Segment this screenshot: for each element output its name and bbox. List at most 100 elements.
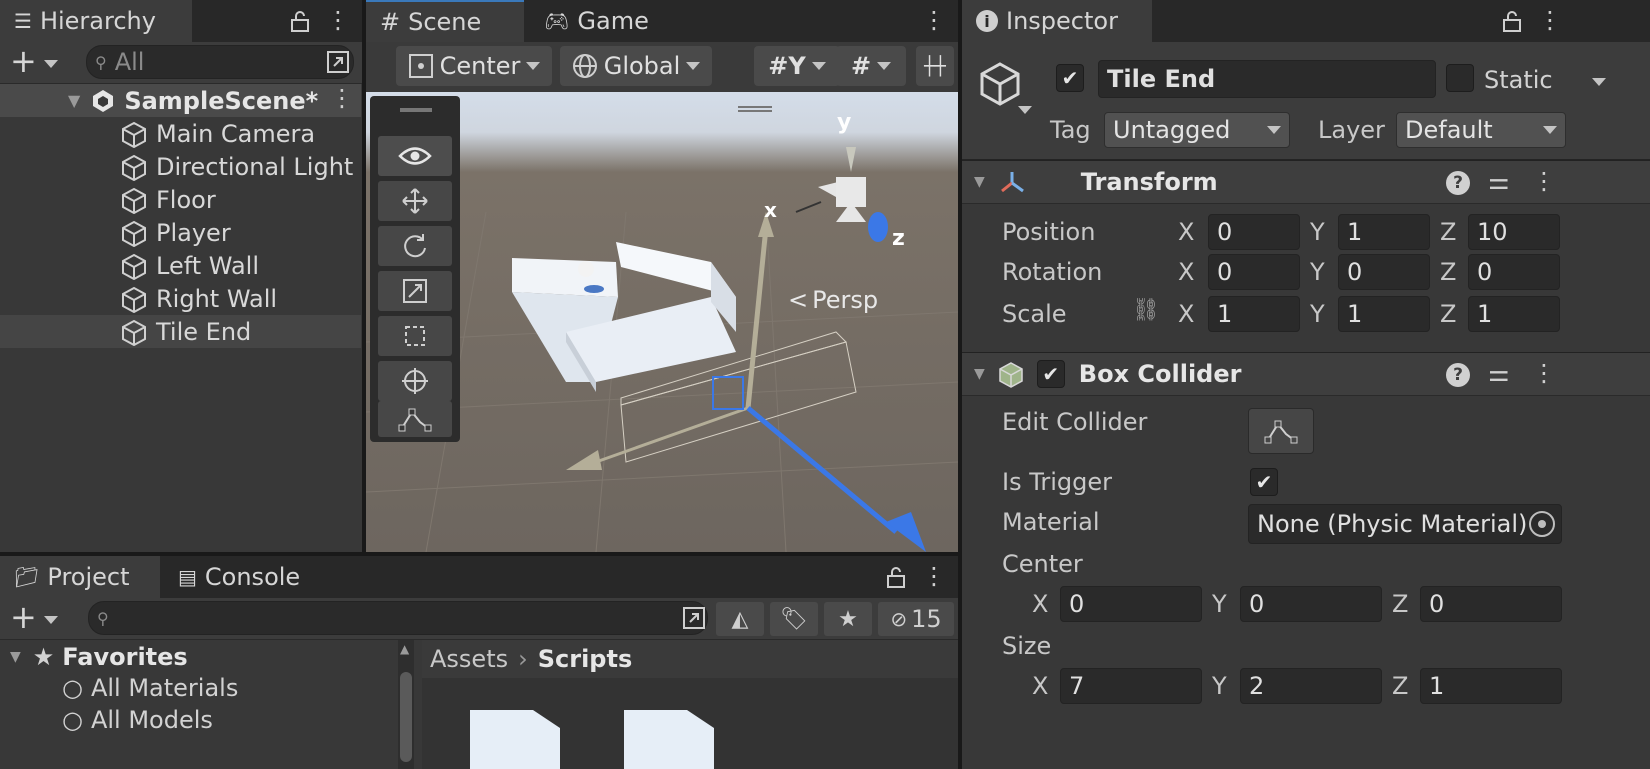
hierarchy-item-floor[interactable]: Floor (0, 183, 361, 216)
expand-arrow-icon[interactable]: ▼ (68, 91, 80, 110)
help-icon[interactable]: ? (1446, 171, 1470, 195)
chevron-down-icon[interactable] (1592, 78, 1606, 86)
scene-menu-icon[interactable]: ⋮ (330, 84, 354, 112)
scale-x-field[interactable]: 1 (1208, 296, 1300, 332)
transform-header[interactable]: ▼ Transform ? ⚌ ⋮ (962, 160, 1650, 204)
scroll-thumb[interactable] (400, 672, 412, 762)
view-tool-button[interactable] (378, 136, 452, 176)
hierarchy-item-left-wall[interactable]: Left Wall (0, 249, 361, 282)
tab-inspector[interactable]: i Inspector (962, 0, 1152, 42)
scale-z-field[interactable]: 1 (1468, 296, 1560, 332)
overlay-drag-handle[interactable] (738, 106, 772, 112)
scale-y-field[interactable]: 1 (1338, 296, 1430, 332)
object-name-field[interactable]: Tile End (1098, 60, 1436, 98)
static-checkbox[interactable] (1446, 64, 1474, 92)
layer-dropdown[interactable]: Default (1396, 112, 1566, 148)
lock-icon[interactable] (1502, 10, 1522, 32)
rotation-x-field[interactable]: 0 (1208, 254, 1300, 290)
favorites-filter-button[interactable]: ★ (824, 602, 872, 636)
material-object-field[interactable]: None (Physic Material) (1248, 504, 1562, 544)
hierarchy-item-player[interactable]: Player (0, 216, 361, 249)
favorite-item-all-materials[interactable]: ○ All Materials (62, 674, 238, 702)
favorite-item-all-models[interactable]: ○ All Models (62, 706, 213, 734)
hidden-packages-button[interactable]: ⊘ 15 (878, 602, 954, 636)
grid-visibility-button[interactable]: #Y (754, 46, 840, 86)
palette-drag-handle[interactable] (400, 108, 432, 112)
hierarchy-item-right-wall[interactable]: Right Wall (0, 282, 361, 315)
hierarchy-item-directional-light[interactable]: Directional Light (0, 150, 361, 183)
transform-tool-button[interactable] (378, 361, 452, 401)
chevron-down-icon[interactable] (1018, 106, 1032, 114)
center-y-field[interactable]: 0 (1240, 586, 1382, 622)
box-collider-enabled-checkbox[interactable]: ✔ (1036, 360, 1065, 388)
rotation-z-field[interactable]: 0 (1468, 254, 1560, 290)
component-menu-icon[interactable]: ⋮ (1532, 167, 1556, 195)
scroll-up-icon[interactable]: ▲ (400, 642, 409, 656)
move-tool-button[interactable] (378, 181, 452, 221)
foldout-arrow-icon[interactable]: ▼ (974, 174, 985, 190)
add-icon[interactable]: + (10, 42, 37, 80)
tag-dropdown[interactable]: Untagged (1104, 112, 1290, 148)
rotation-y-field[interactable]: 0 (1338, 254, 1430, 290)
hierarchy-item-main-camera[interactable]: Main Camera (0, 117, 361, 150)
constrain-proportions-icon[interactable]: ⛓︎ (1132, 298, 1160, 323)
is-trigger-checkbox[interactable]: ✔ (1250, 468, 1278, 496)
breadcrumb-assets[interactable]: Assets (430, 645, 508, 673)
asset-thumbnail[interactable] (470, 710, 560, 769)
lock-icon[interactable] (290, 10, 310, 32)
kebab-menu-icon[interactable]: ⋮ (922, 6, 946, 34)
size-z-field[interactable]: 1 (1420, 668, 1562, 704)
maximize-search-icon[interactable] (326, 50, 350, 74)
gameobject-cube-icon[interactable] (976, 60, 1024, 108)
project-search-input[interactable]: ⚲ (88, 601, 708, 635)
preset-sliders-icon[interactable]: ⚌ (1488, 359, 1510, 387)
position-y-field[interactable]: 1 (1338, 214, 1430, 250)
edit-collider-tool-button[interactable] (378, 401, 452, 437)
hierarchy-item-tile-end[interactable]: Tile End (0, 315, 361, 348)
center-x-field[interactable]: 0 (1060, 586, 1202, 622)
grid-snapping-button[interactable]: # (836, 46, 906, 86)
scene-viewport[interactable]: y z x < Persp (366, 92, 958, 552)
filter-by-label-button[interactable]: 🏷︎ (770, 602, 818, 636)
pivot-rotation-dropdown[interactable]: Global (560, 46, 712, 86)
tab-project[interactable]: 📁︎ Project (0, 556, 160, 598)
chevron-down-icon[interactable] (44, 616, 58, 624)
kebab-menu-icon[interactable]: ⋮ (326, 6, 350, 34)
lock-icon[interactable] (886, 566, 906, 588)
tab-hierarchy[interactable]: ☰ Hierarchy (0, 0, 192, 42)
increment-snap-button[interactable]: ┼┼ (916, 46, 954, 86)
foldout-arrow-icon[interactable]: ▼ (974, 366, 985, 382)
help-icon[interactable]: ? (1446, 363, 1470, 387)
add-icon[interactable]: + (10, 598, 37, 636)
position-x-field[interactable]: 0 (1208, 214, 1300, 250)
chevron-down-icon[interactable] (44, 60, 58, 68)
folder-tree-scrollbar[interactable]: ▲ (398, 640, 414, 769)
pivot-mode-dropdown[interactable]: Center (396, 46, 552, 86)
scale-tool-button[interactable] (378, 271, 452, 311)
rect-tool-button[interactable] (378, 316, 452, 356)
size-y-field[interactable]: 2 (1240, 668, 1382, 704)
kebab-menu-icon[interactable]: ⋮ (1538, 6, 1562, 34)
position-z-field[interactable]: 10 (1468, 214, 1560, 250)
rotate-tool-button[interactable] (378, 226, 452, 266)
hierarchy-search-input[interactable]: ⚲ All (86, 45, 354, 79)
filter-by-type-button[interactable]: ◭ (716, 602, 764, 636)
favorites-header[interactable]: ▼ ★ Favorites (0, 640, 420, 674)
kebab-menu-icon[interactable]: ⋮ (922, 562, 946, 590)
object-active-checkbox[interactable]: ✔ (1056, 64, 1084, 92)
tab-console[interactable]: ▤ Console (164, 556, 334, 598)
preset-sliders-icon[interactable]: ⚌ (1488, 167, 1510, 195)
projection-toggle[interactable]: < Persp (788, 286, 878, 314)
object-picker-icon[interactable] (1529, 511, 1555, 537)
expand-arrow-icon[interactable]: ▼ (10, 649, 21, 665)
edit-collider-button[interactable] (1248, 408, 1314, 454)
maximize-search-icon[interactable] (682, 606, 706, 630)
asset-thumbnail[interactable] (624, 710, 714, 769)
breadcrumb-scripts[interactable]: Scripts (538, 645, 633, 673)
tab-scene[interactable]: # Scene (366, 0, 524, 42)
component-menu-icon[interactable]: ⋮ (1532, 359, 1556, 387)
box-collider-header[interactable]: ▼ ✔ Box Collider ? ⚌ ⋮ (962, 352, 1650, 396)
tab-game[interactable]: 🎮︎ Game (530, 0, 680, 42)
size-x-field[interactable]: 7 (1060, 668, 1202, 704)
hierarchy-scene-row[interactable]: ▼ SampleScene* ⋮ (0, 84, 361, 117)
